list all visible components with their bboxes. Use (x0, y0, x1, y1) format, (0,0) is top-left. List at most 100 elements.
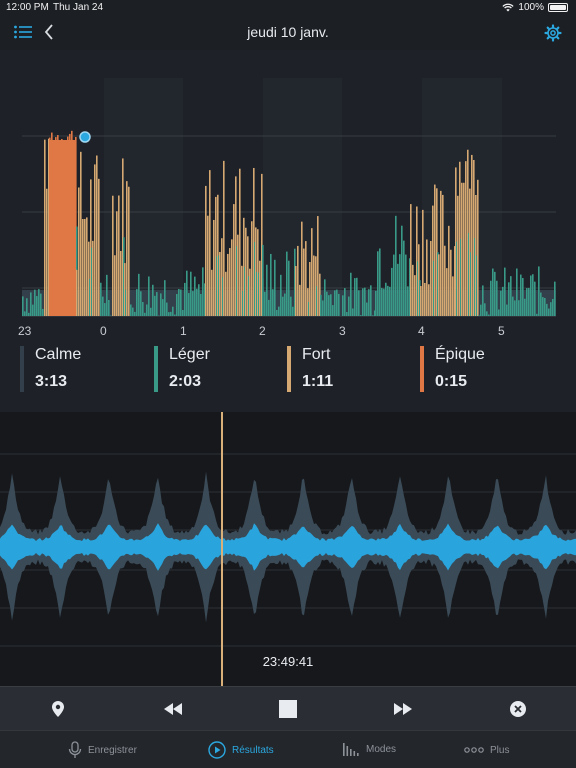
chart-bar-fort (463, 182, 465, 316)
chart-bar-léger (24, 311, 26, 316)
tab-modes[interactable]: Modes (342, 741, 396, 757)
chart-bar-fort (84, 218, 86, 316)
chart-bar-léger (403, 240, 405, 316)
chart-bar-léger (377, 251, 379, 316)
chart-bar-léger (148, 276, 150, 316)
legend-value: 3:13 (35, 373, 68, 390)
chart-bar-léger (356, 277, 358, 316)
chart-bar-léger (272, 289, 274, 316)
chart-bar-léger (550, 302, 552, 316)
chart-bar-léger (510, 276, 512, 316)
chart-bar-léger (512, 296, 514, 316)
rewind-button[interactable] (160, 697, 186, 721)
chart-bar-fort (209, 170, 211, 316)
x-tick-label: 3 (339, 324, 346, 338)
location-button[interactable] (46, 697, 70, 721)
fast-forward-button[interactable] (390, 697, 416, 721)
chart-bar-léger (142, 302, 144, 316)
chart-bar-fort (219, 251, 221, 316)
chart-bar-léger (350, 272, 352, 316)
chart-bar-léger (30, 292, 32, 316)
chart-bar-léger (383, 288, 385, 316)
tab-enregistrer[interactable]: Enregistrer (68, 741, 137, 759)
chart-bar-léger (146, 304, 148, 316)
chart-bar-léger (536, 313, 538, 316)
fast-forward-icon (394, 703, 412, 715)
waveform-svg (0, 412, 576, 686)
microphone-icon (68, 741, 82, 758)
chart-bar-fort (440, 190, 442, 316)
chart-bar-léger (546, 303, 548, 316)
chart-bar-léger (395, 215, 397, 316)
chart-bar-fort (231, 239, 233, 316)
chart-bar-léger (266, 264, 268, 316)
chart-bar-léger (292, 306, 294, 316)
close-button[interactable] (506, 697, 530, 721)
chart-bar-léger (336, 289, 338, 316)
settings-button[interactable] (542, 22, 564, 44)
chart-bar-fort (223, 160, 225, 316)
chart-bar-léger (200, 293, 202, 316)
x-tick-label: 2 (259, 324, 266, 338)
chart-bar-léger (362, 288, 364, 316)
chart-bar-léger (108, 299, 110, 316)
chart-bar-léger (170, 311, 172, 316)
audio-waveform[interactable]: 23:49:41 (0, 412, 576, 686)
chart-bar-léger (278, 306, 280, 316)
chart-bar-fort (428, 284, 430, 316)
chart-bar-léger (370, 285, 372, 316)
chart-bar-fort (245, 227, 247, 316)
chart-bar-fort (211, 269, 213, 316)
chart-bar-léger (172, 306, 174, 316)
legend-swatch (287, 346, 291, 392)
legend-value: 2:03 (169, 373, 202, 390)
chart-bar-léger (156, 292, 158, 316)
chart-bar-fort (424, 282, 426, 316)
chart-bar-léger (284, 293, 286, 316)
tab-label: Enregistrer (88, 744, 137, 756)
chart-bar-léger (328, 295, 330, 316)
status-bar: 12:00 PM Thu Jan 24 100% (0, 0, 576, 16)
chart-marker[interactable] (79, 131, 91, 143)
chart-bar-léger (180, 289, 182, 316)
chart-bar-fort (471, 154, 473, 316)
chart-bar-léger (346, 312, 348, 316)
stop-button[interactable] (276, 697, 300, 721)
battery-percent: 100% (518, 2, 544, 13)
chart-bar-léger (405, 254, 407, 316)
chart-bar-léger (324, 279, 326, 316)
chart-bar-léger (544, 297, 546, 316)
chart-bar-léger (484, 303, 486, 316)
chart-bar-fort (477, 179, 479, 316)
chart-bar-fort (414, 275, 416, 316)
chart-bar-léger (330, 294, 332, 316)
tab-plus[interactable]: Plus (464, 741, 509, 759)
legend-label: Léger (169, 346, 210, 363)
chart-bar-léger (42, 308, 44, 316)
chart-bar-léger (268, 299, 270, 316)
chart-bar-fort (450, 249, 452, 316)
chart-bar-léger (132, 307, 134, 316)
chart-bar-léger (508, 282, 510, 316)
chart-bar-léger (322, 300, 324, 316)
chart-bar-léger (288, 260, 290, 316)
chart-bar-léger (320, 294, 322, 316)
chart-bar-léger (186, 270, 188, 316)
chart-bar-léger (184, 282, 186, 316)
chart-bar-léger (130, 304, 132, 316)
chart-bar-fort (299, 284, 301, 316)
location-pin-icon (52, 701, 64, 717)
close-circle-icon (510, 701, 526, 717)
tab-resultats[interactable]: Résultats (208, 741, 274, 759)
x-tick-label: 5 (498, 324, 505, 338)
sleep-results-screen: 12:00 PM Thu Jan 24 100% jeudi 10 janv. … (0, 0, 576, 768)
chart-bar-fort (442, 194, 444, 316)
chart-bar-léger (190, 271, 192, 316)
chart-bar-léger (182, 309, 184, 316)
chart-bar-léger (407, 286, 409, 316)
chart-bar-léger (364, 287, 366, 316)
chart-bar-léger (162, 299, 164, 316)
chart-bar-léger (164, 280, 166, 316)
chart-bar-fort (446, 268, 448, 316)
chart-bar-fort (205, 185, 207, 316)
